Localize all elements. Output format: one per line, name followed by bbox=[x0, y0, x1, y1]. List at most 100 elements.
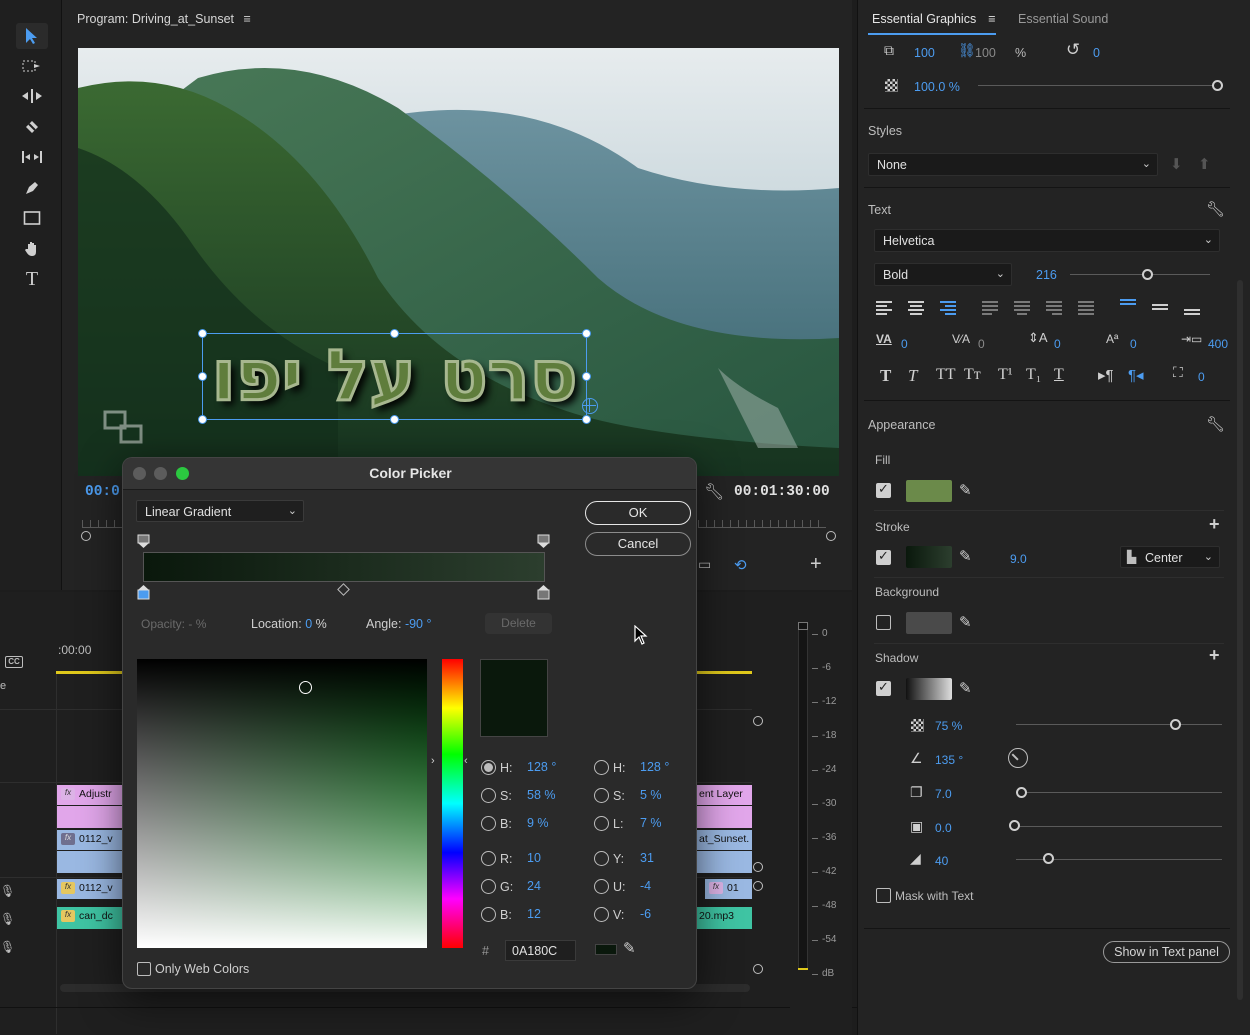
panel-menu-icon[interactable]: ≡ bbox=[244, 12, 251, 26]
shadow-distance-knob[interactable] bbox=[1016, 787, 1027, 798]
rgb-green-radio[interactable] bbox=[481, 879, 496, 894]
hand-tool-icon[interactable] bbox=[16, 236, 48, 262]
fill-checkbox[interactable] bbox=[876, 481, 891, 498]
shadow-size-value[interactable]: 0.0 bbox=[935, 821, 952, 835]
wrench-icon[interactable]: 🔧︎ bbox=[1206, 415, 1225, 433]
shadow-swatch[interactable] bbox=[906, 678, 952, 700]
font-dropdown[interactable]: Helvetica ⌄ bbox=[874, 229, 1220, 252]
type-tool-icon[interactable]: T bbox=[16, 266, 48, 292]
stroke-position-dropdown[interactable]: ▙ Center ⌄ bbox=[1120, 546, 1220, 568]
background-checkbox[interactable] bbox=[876, 615, 891, 630]
angle-dial[interactable] bbox=[1008, 748, 1028, 768]
background-swatch[interactable] bbox=[906, 612, 952, 634]
shadow-distance-slider[interactable] bbox=[1016, 792, 1222, 793]
angle-field[interactable]: Angle: -90 ° bbox=[366, 617, 431, 631]
mask-with-text-checkbox[interactable] bbox=[876, 888, 891, 903]
small-caps-icon[interactable]: Tт bbox=[964, 366, 981, 384]
location-field[interactable]: Location: 0 % bbox=[251, 617, 327, 631]
monitor-ruler-right[interactable] bbox=[698, 520, 826, 528]
angle-value[interactable]: -90 ° bbox=[405, 617, 432, 631]
hsl-hue-value[interactable]: 128 ° bbox=[640, 760, 669, 774]
add-shadow-icon[interactable]: + bbox=[1209, 645, 1220, 666]
comparison-view-icon[interactable]: ⟲ bbox=[734, 556, 747, 574]
microphone-icon[interactable]: 🎙︎ bbox=[0, 940, 15, 954]
handle-bottom-center[interactable] bbox=[390, 415, 399, 424]
panel-scrollbar[interactable] bbox=[1237, 280, 1243, 1000]
shadow-angle-value[interactable]: 135 ° bbox=[935, 753, 963, 767]
shadow-checkbox[interactable] bbox=[876, 679, 891, 696]
tab-width-value[interactable]: 0 bbox=[1198, 370, 1205, 384]
video-clip-body[interactable] bbox=[57, 851, 123, 873]
hsb-hue-value[interactable]: 128 ° bbox=[527, 760, 556, 774]
audio-scroll-handle[interactable] bbox=[753, 881, 763, 891]
color-stop-left[interactable] bbox=[137, 584, 150, 600]
zoom-end-handle[interactable] bbox=[826, 531, 836, 541]
fill-swatch[interactable] bbox=[906, 480, 952, 502]
leading-value[interactable]: 0 bbox=[1054, 337, 1061, 351]
shadow-size-knob[interactable] bbox=[1009, 820, 1020, 831]
adjustment-layer-clip-right[interactable]: ent Layer bbox=[697, 785, 752, 805]
handle-top-right[interactable] bbox=[582, 329, 591, 338]
hsl-lightness-radio[interactable] bbox=[594, 816, 609, 831]
zoom-start-handle[interactable] bbox=[81, 531, 91, 541]
scale-value[interactable]: 100 bbox=[914, 46, 935, 60]
stroke-width-value[interactable]: 9.0 bbox=[1010, 552, 1027, 566]
fx-video-clip[interactable]: fx 0112_v bbox=[57, 879, 123, 899]
handle-mid-right[interactable] bbox=[582, 372, 591, 381]
opacity-stop-left[interactable] bbox=[137, 534, 150, 549]
rgb-blue-radio[interactable] bbox=[481, 907, 496, 922]
audio-clip[interactable]: fx can_dc bbox=[57, 907, 123, 929]
hue-pointer-right-icon[interactable]: ‹ bbox=[464, 755, 468, 767]
gradient-preview-bar[interactable] bbox=[143, 552, 545, 582]
add-button-icon[interactable]: + bbox=[810, 553, 822, 576]
audio-scroll-handle[interactable] bbox=[753, 964, 763, 974]
scale-height-value[interactable]: 100 bbox=[975, 46, 996, 60]
handle-bottom-right[interactable] bbox=[582, 415, 591, 424]
rectangle-tool-icon[interactable] bbox=[16, 205, 48, 231]
adjustment-layer-clip-right-body[interactable] bbox=[697, 806, 752, 828]
eyedropper-icon[interactable]: ✎ bbox=[959, 547, 972, 565]
monitor-ruler-left[interactable] bbox=[82, 520, 124, 528]
wrench-icon[interactable]: 🔧︎ bbox=[1206, 200, 1225, 218]
eyedropper-icon[interactable]: ✎ bbox=[959, 679, 972, 697]
hsl-hue-radio[interactable] bbox=[594, 760, 609, 775]
stroke-swatch[interactable] bbox=[906, 546, 952, 568]
handle-top-center[interactable] bbox=[390, 329, 399, 338]
opacity-stop-right[interactable] bbox=[537, 534, 550, 549]
selection-tool-icon[interactable] bbox=[16, 23, 48, 49]
hsb-brightness-value[interactable]: 9 % bbox=[527, 816, 549, 830]
captions-icon[interactable]: CC bbox=[5, 656, 23, 668]
faux-bold-icon[interactable]: T bbox=[880, 366, 891, 386]
shadow-distance-value[interactable]: 7.0 bbox=[935, 787, 952, 801]
audio-clip-right[interactable]: 20.mp3 bbox=[697, 907, 752, 929]
fill-type-dropdown[interactable]: Linear Gradient ⌄ bbox=[136, 500, 304, 522]
fx-video-clip-right[interactable]: fx 01 bbox=[705, 879, 752, 899]
yuv-v-value[interactable]: -6 bbox=[640, 907, 651, 921]
rotation-value[interactable]: 0 bbox=[1093, 46, 1100, 60]
hsb-brightness-radio[interactable] bbox=[481, 816, 496, 831]
faux-italic-icon[interactable]: T bbox=[908, 366, 917, 386]
hue-slider[interactable] bbox=[442, 659, 463, 948]
ripple-edit-tool-icon[interactable] bbox=[16, 83, 48, 109]
hsl-saturation-radio[interactable] bbox=[594, 788, 609, 803]
pen-tool-icon[interactable] bbox=[16, 175, 48, 201]
monitor-title[interactable]: Program: Driving_at_Sunset ≡ bbox=[77, 12, 251, 26]
hsb-hue-radio[interactable] bbox=[481, 760, 496, 775]
cancel-button[interactable]: Cancel bbox=[585, 532, 691, 556]
all-caps-icon[interactable]: TT bbox=[936, 366, 956, 384]
anchor-point-icon[interactable] bbox=[582, 398, 598, 414]
rgb-blue-value[interactable]: 12 bbox=[527, 907, 541, 921]
ok-button[interactable]: OK bbox=[585, 501, 691, 525]
color-selector-ring[interactable] bbox=[299, 681, 312, 694]
arrow-up-icon[interactable]: ⬆︎ bbox=[1198, 155, 1211, 173]
rgb-green-value[interactable]: 24 bbox=[527, 879, 541, 893]
video-frame[interactable]: סרט על יפו bbox=[78, 48, 839, 476]
add-stroke-icon[interactable]: + bbox=[1209, 514, 1220, 535]
tab-essential-graphics[interactable]: Essential Graphics ≡ bbox=[872, 12, 996, 26]
color-stop-right[interactable] bbox=[537, 584, 550, 600]
export-frame-icon[interactable]: ▭ bbox=[698, 556, 711, 573]
stroke-checkbox[interactable] bbox=[876, 548, 891, 565]
meter-peak[interactable] bbox=[798, 622, 808, 630]
location-value[interactable]: 0 bbox=[305, 617, 312, 631]
shadow-opacity-knob[interactable] bbox=[1170, 719, 1181, 730]
